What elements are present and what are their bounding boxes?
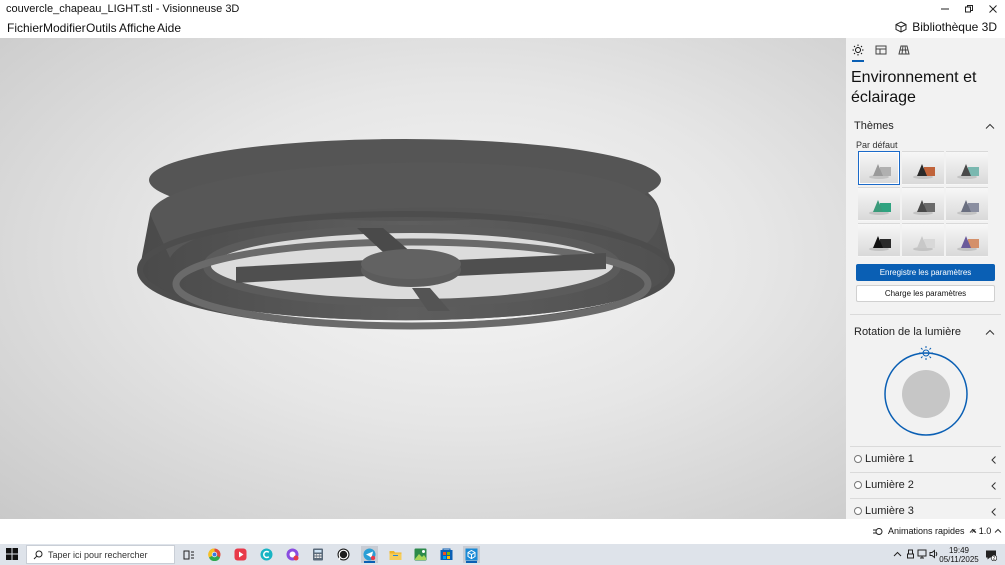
- canva-icon[interactable]: [258, 546, 275, 563]
- theme-swatch-slate[interactable]: [946, 187, 988, 221]
- load-settings-button[interactable]: Charge les paramètres: [856, 285, 995, 302]
- theme-preview-icon: [913, 164, 935, 179]
- light-2-label: Lumière 2: [865, 479, 914, 491]
- theme-swatch-sunset[interactable]: [946, 223, 988, 257]
- usb-icon[interactable]: [905, 549, 915, 559]
- chevron-left-icon[interactable]: [989, 455, 999, 465]
- theme-swatch-teal[interactable]: [946, 151, 988, 185]
- theme-preview-icon: [869, 236, 891, 251]
- minimize-icon[interactable]: [933, 0, 957, 17]
- light-3-radio[interactable]: [854, 507, 862, 515]
- grid-tab-icon[interactable]: [896, 42, 912, 58]
- section-divider: [850, 314, 1001, 315]
- status-bar: Animations rapides × 1.0: [0, 519, 1005, 544]
- notification-icon[interactable]: 2: [985, 549, 998, 562]
- chevron-up-icon: [994, 528, 1002, 533]
- chevron-up-icon[interactable]: [985, 122, 995, 132]
- theme-preview-icon: [957, 200, 979, 215]
- menu-bar: Fichier Modifier Outils Affiche Aide Bib…: [0, 17, 1005, 38]
- library-3d-button[interactable]: Bibliothèque 3D: [895, 20, 997, 34]
- light-3-label: Lumière 3: [865, 505, 914, 517]
- theme-preview-icon: [957, 236, 979, 251]
- whatsapp-icon[interactable]: [335, 546, 352, 563]
- 3d-viewer-icon[interactable]: [463, 546, 480, 563]
- chrome-icon[interactable]: [206, 546, 223, 563]
- theme-swatch-light[interactable]: [902, 223, 944, 257]
- restore-icon[interactable]: [957, 0, 981, 17]
- close-icon[interactable]: [981, 0, 1005, 17]
- themes-subtitle: Par défaut: [856, 140, 898, 150]
- theme-swatch-black[interactable]: [858, 223, 900, 257]
- media-icon[interactable]: [232, 546, 249, 563]
- animations-label: Animations rapides: [888, 526, 965, 536]
- light-1-radio[interactable]: [854, 455, 862, 463]
- sun-tab-icon[interactable]: [850, 42, 866, 58]
- rotation-section-title[interactable]: Rotation de la lumière: [854, 326, 961, 338]
- menu-modifier[interactable]: Modifier: [43, 21, 86, 35]
- light-1-label: Lumière 1: [865, 453, 914, 465]
- theme-preview-icon: [913, 200, 935, 215]
- menu-affiche[interactable]: Affiche: [119, 21, 155, 35]
- menu-aide[interactable]: Aide: [157, 21, 181, 35]
- messenger-icon[interactable]: [284, 546, 301, 563]
- telegram-icon[interactable]: [361, 546, 378, 563]
- cube-icon: [895, 21, 907, 33]
- taskbar-clock[interactable]: 19:49 05/11/2025: [936, 546, 982, 564]
- section-divider: [850, 498, 1001, 499]
- light-2-item[interactable]: Lumière 2: [850, 474, 1001, 498]
- chevron-left-icon[interactable]: [989, 507, 999, 517]
- theme-swatch-green[interactable]: [858, 187, 900, 221]
- save-settings-button[interactable]: Enregistre les paramètres: [856, 264, 995, 281]
- theme-preview-icon: [869, 164, 891, 179]
- panel-tabs: [846, 38, 1005, 62]
- title-bar: couvercle_chapeau_LIGHT.stl - Visionneus…: [0, 0, 1005, 17]
- clock-date: 05/11/2025: [939, 555, 979, 564]
- animation-icon: [873, 527, 883, 535]
- calculator-icon[interactable]: [309, 546, 326, 563]
- panel-heading: Environnement et éclairage: [851, 69, 977, 106]
- speed-button[interactable]: × 1.0: [971, 526, 1002, 536]
- theme-swatch-default[interactable]: [858, 151, 900, 185]
- photos-icon[interactable]: [412, 546, 429, 563]
- theme-swatch-warm[interactable]: [902, 151, 944, 185]
- task-view-icon[interactable]: [180, 546, 197, 563]
- window-title: couvercle_chapeau_LIGHT.stl - Visionneus…: [6, 3, 240, 15]
- store-icon[interactable]: [438, 546, 455, 563]
- file-explorer-icon[interactable]: [387, 546, 404, 563]
- active-tab-indicator: [852, 60, 864, 62]
- taskbar: Taper ici pour rechercher 19:49 05/11/20…: [0, 544, 1005, 565]
- library-3d-label: Bibliothèque 3D: [912, 20, 997, 34]
- environment-panel: Environnement et éclairage Thèmes Par dé…: [846, 38, 1005, 519]
- light-3-item[interactable]: Lumière 3: [850, 500, 1001, 519]
- menu-outils[interactable]: Outils: [86, 21, 117, 35]
- stats-tab-icon[interactable]: [873, 42, 889, 58]
- animations-button[interactable]: Animations rapides: [873, 526, 977, 536]
- theme-preview-icon: [957, 164, 979, 179]
- themes-section-title[interactable]: Thèmes: [854, 120, 894, 132]
- network-icon[interactable]: [917, 549, 927, 559]
- chevron-up-icon[interactable]: [985, 328, 995, 338]
- clock-time: 19:49: [948, 546, 970, 555]
- 3d-model[interactable]: [0, 38, 846, 519]
- section-divider: [850, 472, 1001, 473]
- section-divider: [850, 446, 1001, 447]
- speed-label: × 1.0: [971, 526, 992, 536]
- windows-start-icon[interactable]: [6, 548, 18, 560]
- chevron-left-icon[interactable]: [989, 481, 999, 491]
- chevron-up-icon[interactable]: [892, 549, 902, 559]
- theme-swatch-dark-gray[interactable]: [902, 187, 944, 221]
- light-2-radio[interactable]: [854, 481, 862, 489]
- theme-preview-icon: [869, 200, 891, 215]
- 3d-viewport[interactable]: [0, 38, 846, 519]
- taskbar-search[interactable]: Taper ici pour rechercher: [26, 545, 175, 564]
- menu-fichier[interactable]: Fichier: [7, 21, 43, 35]
- light-1-item[interactable]: Lumière 1: [850, 448, 1001, 472]
- search-placeholder: Taper ici pour rechercher: [48, 549, 148, 560]
- search-icon: [33, 550, 43, 559]
- theme-preview-icon: [913, 236, 935, 251]
- notification-count: 2: [993, 556, 996, 562]
- light-rotation-dial[interactable]: [880, 344, 972, 436]
